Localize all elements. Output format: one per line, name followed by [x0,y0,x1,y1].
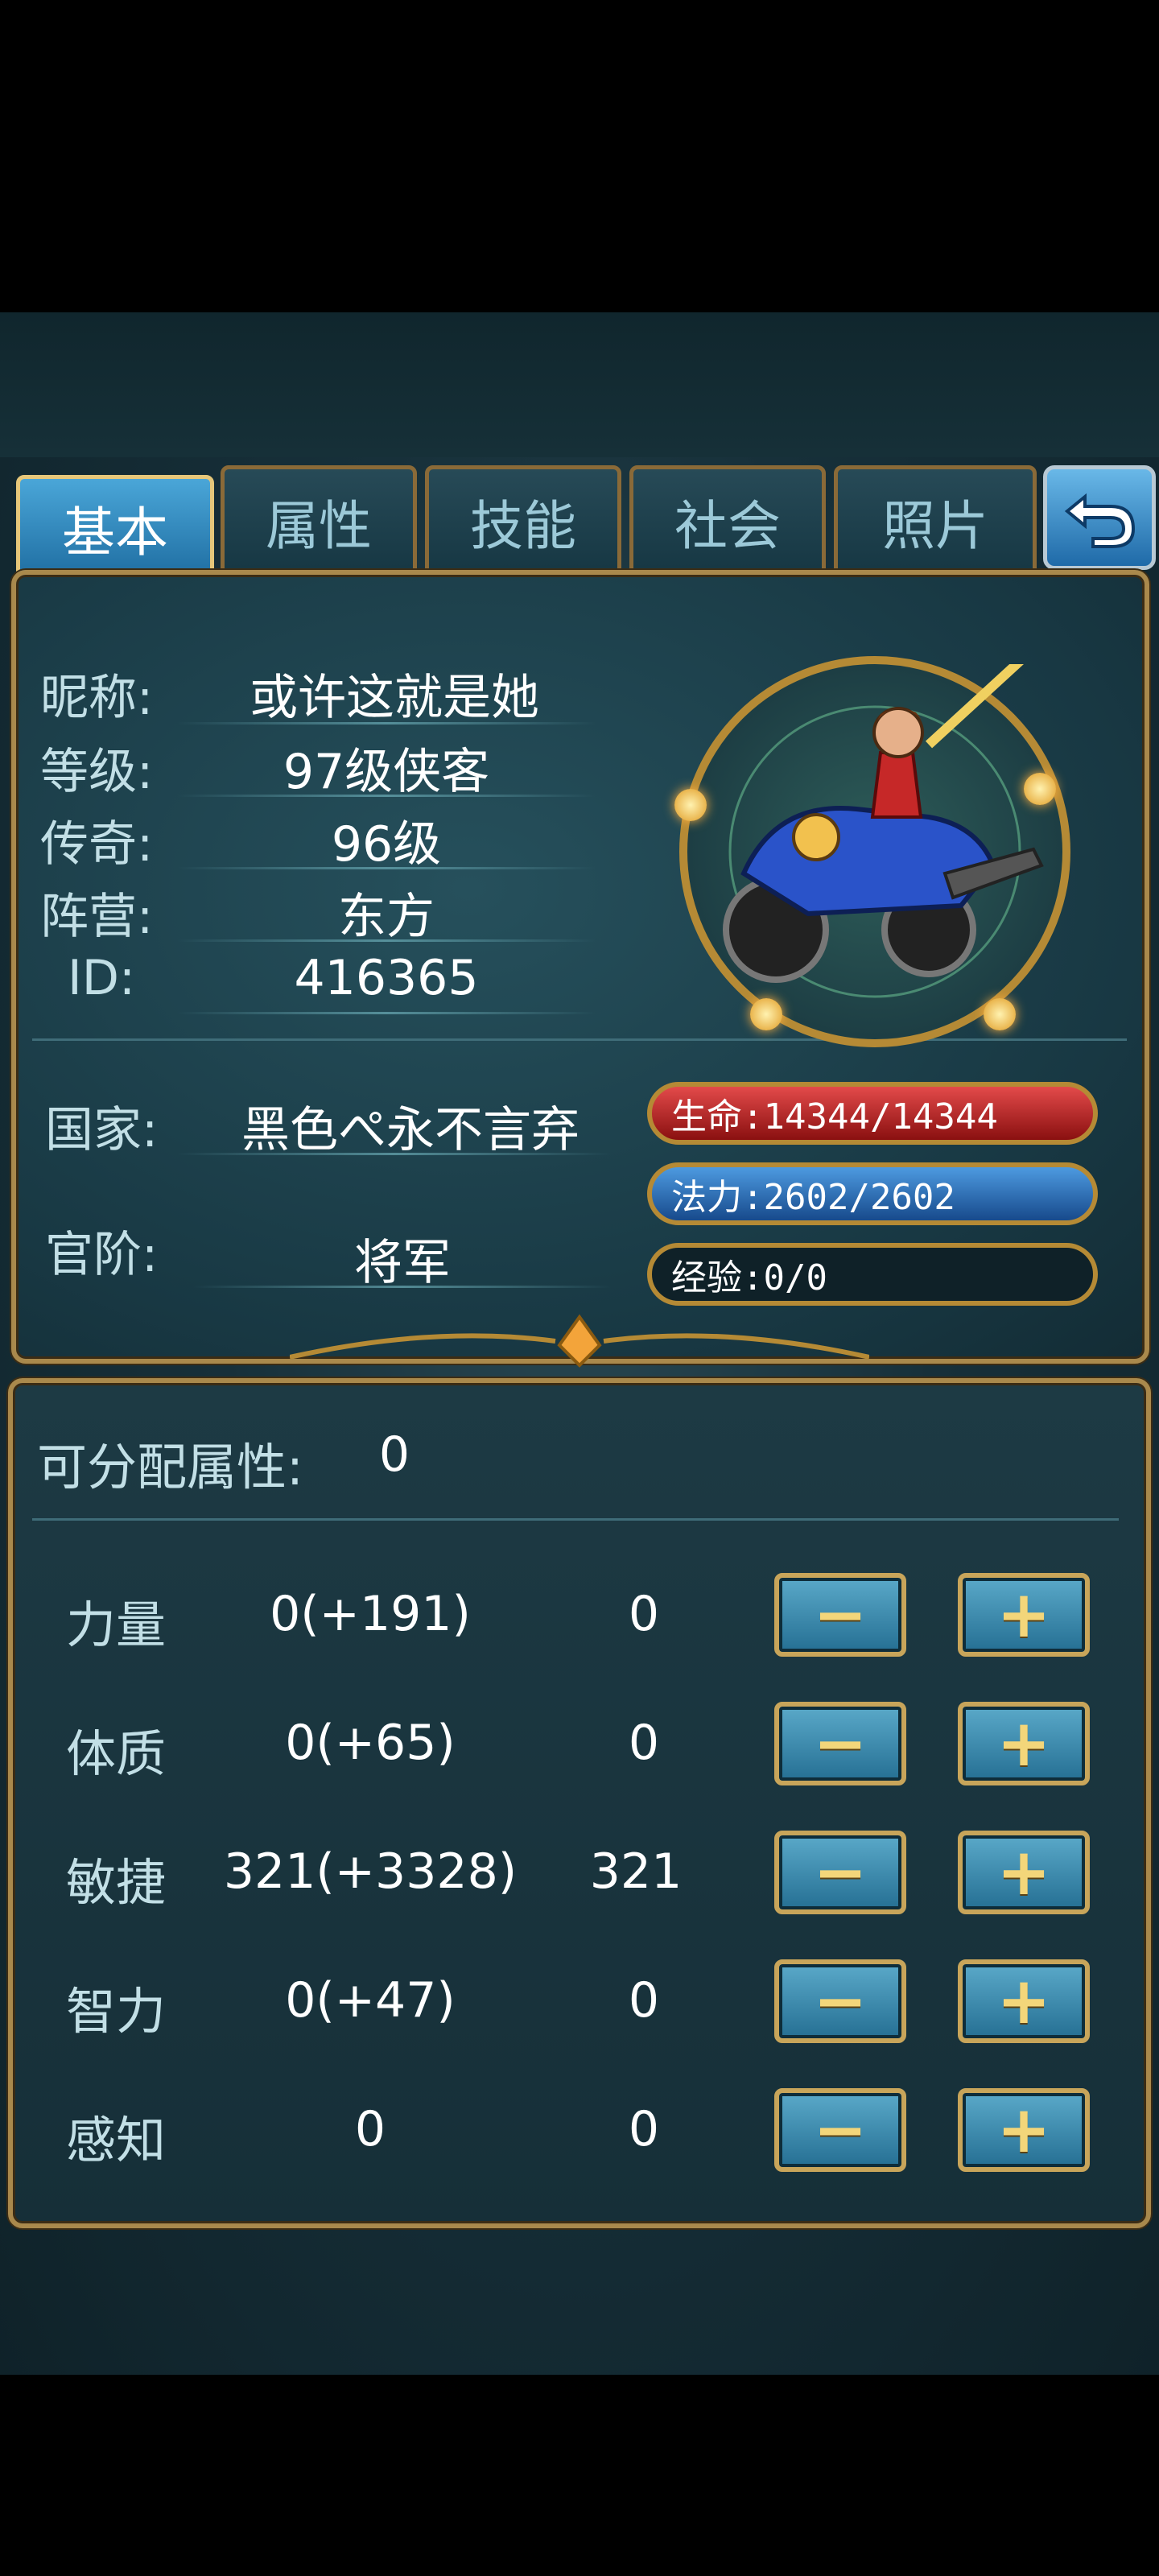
divider-line [177,939,596,942]
ring-orb [674,789,707,821]
tab-skills[interactable]: 技能 [425,465,621,578]
mp-bar: 法力:2602/2602 [647,1162,1098,1225]
attr-base: 0(+191) [270,1586,471,1642]
ring-orb [750,998,782,1030]
ring-orb [1024,773,1056,805]
attr-base: 321(+3328) [223,1843,518,1900]
country-value: 黑色ぺ永不言弃 [241,1102,580,1158]
plus-icon: + [996,2092,1051,2167]
tab-attributes[interactable]: 属性 [221,465,417,578]
decrease-button[interactable]: − [774,1959,906,2043]
legend-value: 96级 [331,816,442,873]
decrease-button[interactable]: − [774,1831,906,1914]
divider-line [177,795,596,797]
divider-line [193,1286,612,1288]
back-button[interactable] [1043,465,1156,570]
divider-line [177,1012,596,1014]
nickname-label: 昵称: [40,670,154,726]
attr-name: 体质 [66,1724,167,1783]
country-label: 国家: [45,1102,159,1158]
divider-line [177,867,596,869]
decrease-button[interactable]: − [774,2088,906,2172]
attr-name: 敏捷 [66,1853,167,1912]
id-label: ID: [68,950,136,1006]
attr-base: 0(+47) [285,1972,456,2029]
attr-alloc: 321 [589,1843,683,1900]
level-value: 97级侠客 [283,744,490,800]
top-band [0,312,1159,457]
camp-value: 东方 [338,889,435,945]
xp-bar: 经验:0/0 [647,1243,1098,1306]
attr-name: 感知 [66,2111,167,2169]
xp-text: 经验:0/0 [671,1257,827,1298]
increase-button[interactable]: + [958,2088,1090,2172]
id-value: 416365 [294,950,479,1006]
plus-icon: + [996,1577,1051,1652]
plus-icon: + [996,1963,1051,2038]
minus-icon: − [813,1577,868,1652]
plus-icon: + [996,1706,1051,1781]
minus-icon: − [813,1835,868,1909]
attr-alloc: 0 [628,1972,660,2029]
level-label: 等级: [40,744,154,800]
legend-label: 传奇: [40,816,154,873]
minus-icon: − [813,1963,868,2038]
rank-label: 官阶: [45,1227,159,1283]
tab-photos[interactable]: 照片 [834,465,1037,578]
attr-name: 力量 [66,1596,167,1654]
plus-icon: + [996,1835,1051,1909]
divider-line [177,722,596,724]
attr-name: 智力 [66,1982,167,2041]
motorcycle-rider-icon [723,664,1044,998]
increase-button[interactable]: + [958,1573,1090,1657]
increase-button[interactable]: + [958,1831,1090,1914]
section-divider [32,1518,1119,1521]
minus-icon: − [813,1706,868,1781]
attr-base: 0(+65) [285,1715,456,1771]
hp-bar: 生命:14344/14344 [647,1082,1098,1145]
decrease-button[interactable]: − [774,1573,906,1657]
tab-social[interactable]: 社会 [629,465,826,578]
points-value: 0 [378,1426,410,1483]
increase-button[interactable]: + [958,1702,1090,1785]
nickname-value: 或许这就是她 [250,670,539,726]
rank-value: 将军 [354,1235,451,1291]
mp-text: 法力:2602/2602 [671,1177,955,1218]
minus-icon: − [813,2092,868,2167]
ring-orb [984,998,1016,1030]
character-avatar[interactable] [679,656,1070,1047]
increase-button[interactable]: + [958,1959,1090,2043]
attr-alloc: 0 [628,1586,660,1642]
back-arrow-icon [1064,493,1136,548]
attr-base: 0 [354,2101,386,2157]
divider-line [177,1153,612,1155]
hp-text: 生命:14344/14344 [671,1096,998,1137]
points-label: 可分配属性: [37,1438,303,1496]
camp-label: 阵营: [40,889,154,945]
decrease-button[interactable]: − [774,1702,906,1785]
attr-alloc: 0 [628,1715,660,1771]
tab-basic[interactable]: 基本 [16,475,214,581]
ornament-icon [290,1314,869,1368]
attr-alloc: 0 [628,2101,660,2157]
